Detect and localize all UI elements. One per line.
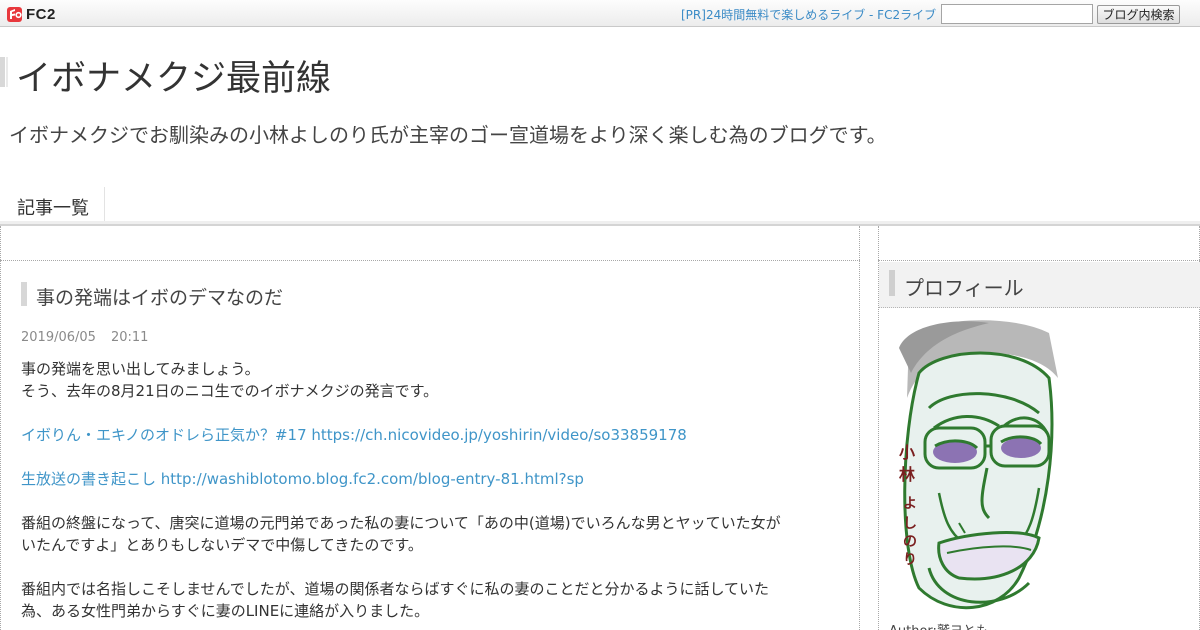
frame-line-main-right — [859, 226, 860, 630]
body-line: そう、去年の8月21日のニコ生でのイボナメクジの発言です。 — [21, 382, 439, 400]
body-line: 事の発端を思い出してみましょう。 — [21, 360, 260, 378]
frame-line-left — [0, 226, 1, 630]
fc2-header-bar: FC2 [PR]24時間無料で楽しめるライブ - FC2ライブ ブログ内検索 — [0, 0, 1200, 27]
fc2-logo-text: FC2 — [26, 5, 56, 23]
sidebar-heading-accent — [889, 270, 895, 296]
blog-title[interactable]: イボナメクジ最前線 — [16, 50, 331, 101]
entry-time: 20:11 — [110, 330, 149, 345]
nav-divider-dark — [0, 224, 1200, 226]
blog-description: イボナメクジでお馴染みの小林よしのり氏が主宰のゴー宣道場をより深く楽しむ為のブロ… — [9, 123, 887, 147]
svg-text:小: 小 — [899, 443, 915, 462]
frame-line-side-top — [878, 260, 1200, 261]
svg-text:よ: よ — [903, 496, 917, 512]
nav-item-label: 記事一覧 — [17, 198, 89, 219]
body-line: 為、ある女性門弟からすぐに妻のLINEに連絡が入りました。 — [21, 602, 430, 620]
entry-body: 事の発端を思い出してみましょう。 そう、去年の8月21日のニコ生でのイボナメクジ… — [21, 358, 841, 622]
profile-author: Author:鷲ヨとも — [889, 620, 989, 630]
caricature-illustration: 小 林 よ し の り — [889, 318, 1058, 618]
title-accent-bar — [0, 57, 5, 87]
frame-line-main-top — [0, 260, 860, 261]
profile-avatar: 小 林 よ し の り — [889, 318, 1058, 618]
entry-date: 2019/06/05 — [21, 330, 96, 345]
entry-title-accent — [21, 282, 27, 306]
blog-search-input[interactable] — [941, 4, 1093, 24]
entry-datetime: 2019/06/05 20:11 — [21, 330, 148, 345]
fc2-logo[interactable]: FC2 — [6, 4, 56, 24]
svg-text:し: し — [903, 516, 917, 532]
svg-text:り: り — [903, 552, 917, 568]
svg-text:林: 林 — [899, 465, 915, 484]
svg-text:の: の — [903, 534, 917, 550]
video-link[interactable]: イボりん・エキノのオドレら正気か？#17 https://ch.nicovide… — [21, 426, 687, 444]
blog-search-button[interactable]: ブログ内検索 — [1097, 5, 1180, 24]
pr-ad-link[interactable]: [PR]24時間無料で楽しめるライブ - FC2ライブ — [681, 6, 936, 23]
nav-item-article-list[interactable]: 記事一覧 — [0, 187, 105, 223]
body-line: いたんですよ」とありもしないデマで中傷してきたのです。 — [21, 536, 423, 554]
body-line: 番組内では名指しこそしませんでしたが、道場の関係者ならばすぐに私の妻のことだと分… — [21, 580, 770, 598]
entry-title[interactable]: 事の発端はイボのデマなのだ — [36, 283, 283, 310]
body-line: 番組の終盤になって、唐突に道場の元門弟であった私の妻について「あの中(道場)でい… — [21, 514, 781, 532]
transcript-link[interactable]: 生放送の書き起こし http://washiblotomo.blog.fc2.c… — [21, 470, 584, 488]
title-accent-bar-light — [6, 57, 8, 87]
fc2-logo-icon — [7, 7, 22, 22]
sidebar-profile-title: プロフィール — [904, 276, 1024, 300]
